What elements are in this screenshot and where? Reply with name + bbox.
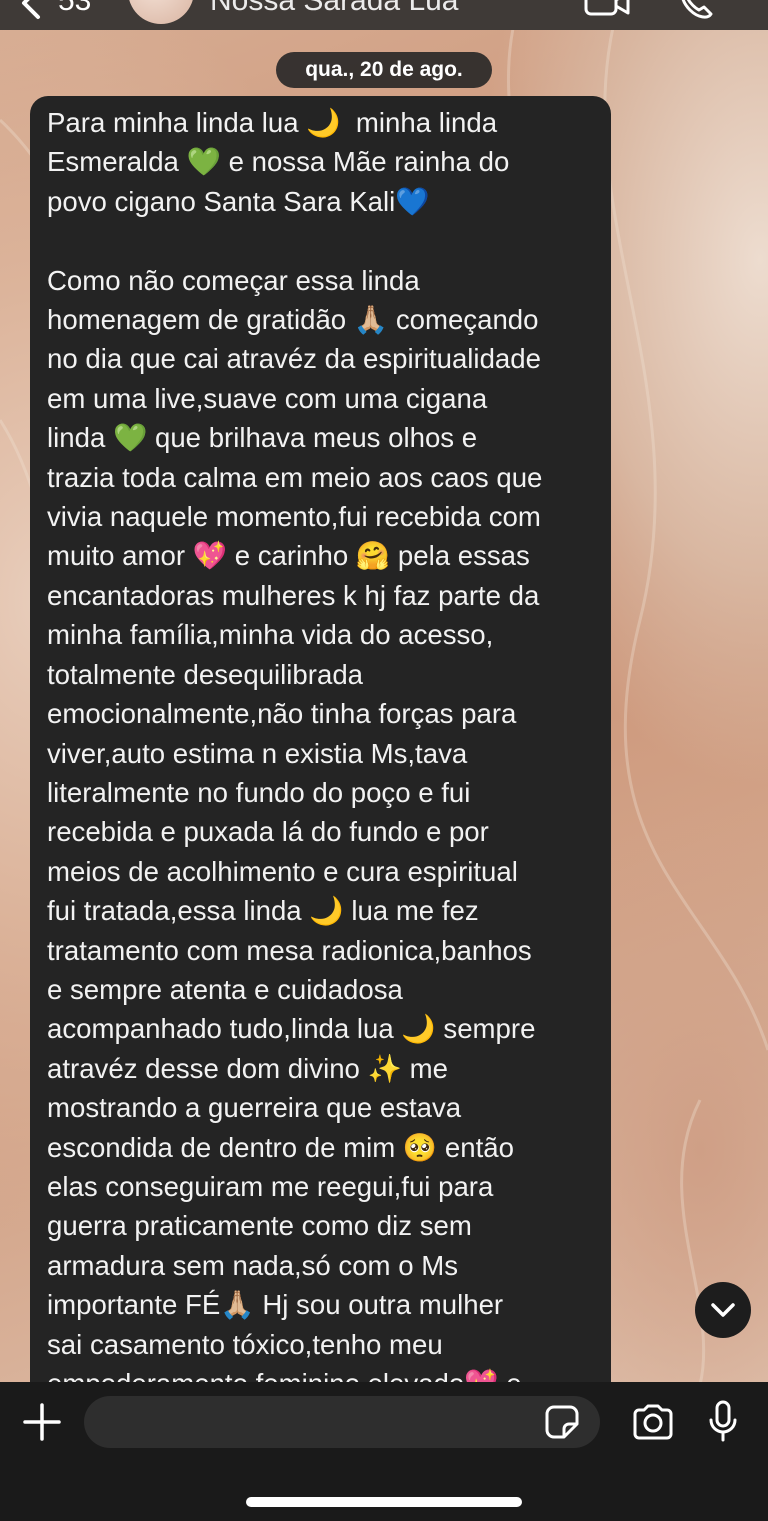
message-text: Para minha linda lua 🌙 minha linda Esmer… xyxy=(47,107,543,1399)
home-indicator[interactable] xyxy=(246,1497,522,1507)
sticker-icon[interactable] xyxy=(544,1404,580,1440)
contact-name[interactable]: Nossa Sarada Lua xyxy=(210,0,459,18)
microphone-icon[interactable] xyxy=(707,1400,739,1442)
scroll-to-bottom-button[interactable] xyxy=(695,1282,751,1338)
chevron-down-icon xyxy=(711,1303,735,1317)
chat-header: 53 Nossa Sarada Lua xyxy=(0,0,768,30)
message-bubble[interactable]: Para minha linda lua 🌙 minha linda Esmer… xyxy=(30,96,611,1416)
camera-icon[interactable] xyxy=(631,1404,675,1440)
voice-call-icon[interactable] xyxy=(676,0,714,20)
message-input[interactable] xyxy=(84,1396,600,1448)
plus-icon[interactable] xyxy=(22,1402,62,1442)
date-separator: qua., 20 de ago. xyxy=(276,52,492,88)
video-call-icon[interactable] xyxy=(584,0,630,20)
back-chevron-icon[interactable] xyxy=(18,0,44,20)
contact-avatar[interactable] xyxy=(128,0,194,24)
unread-count[interactable]: 53 xyxy=(58,0,91,18)
